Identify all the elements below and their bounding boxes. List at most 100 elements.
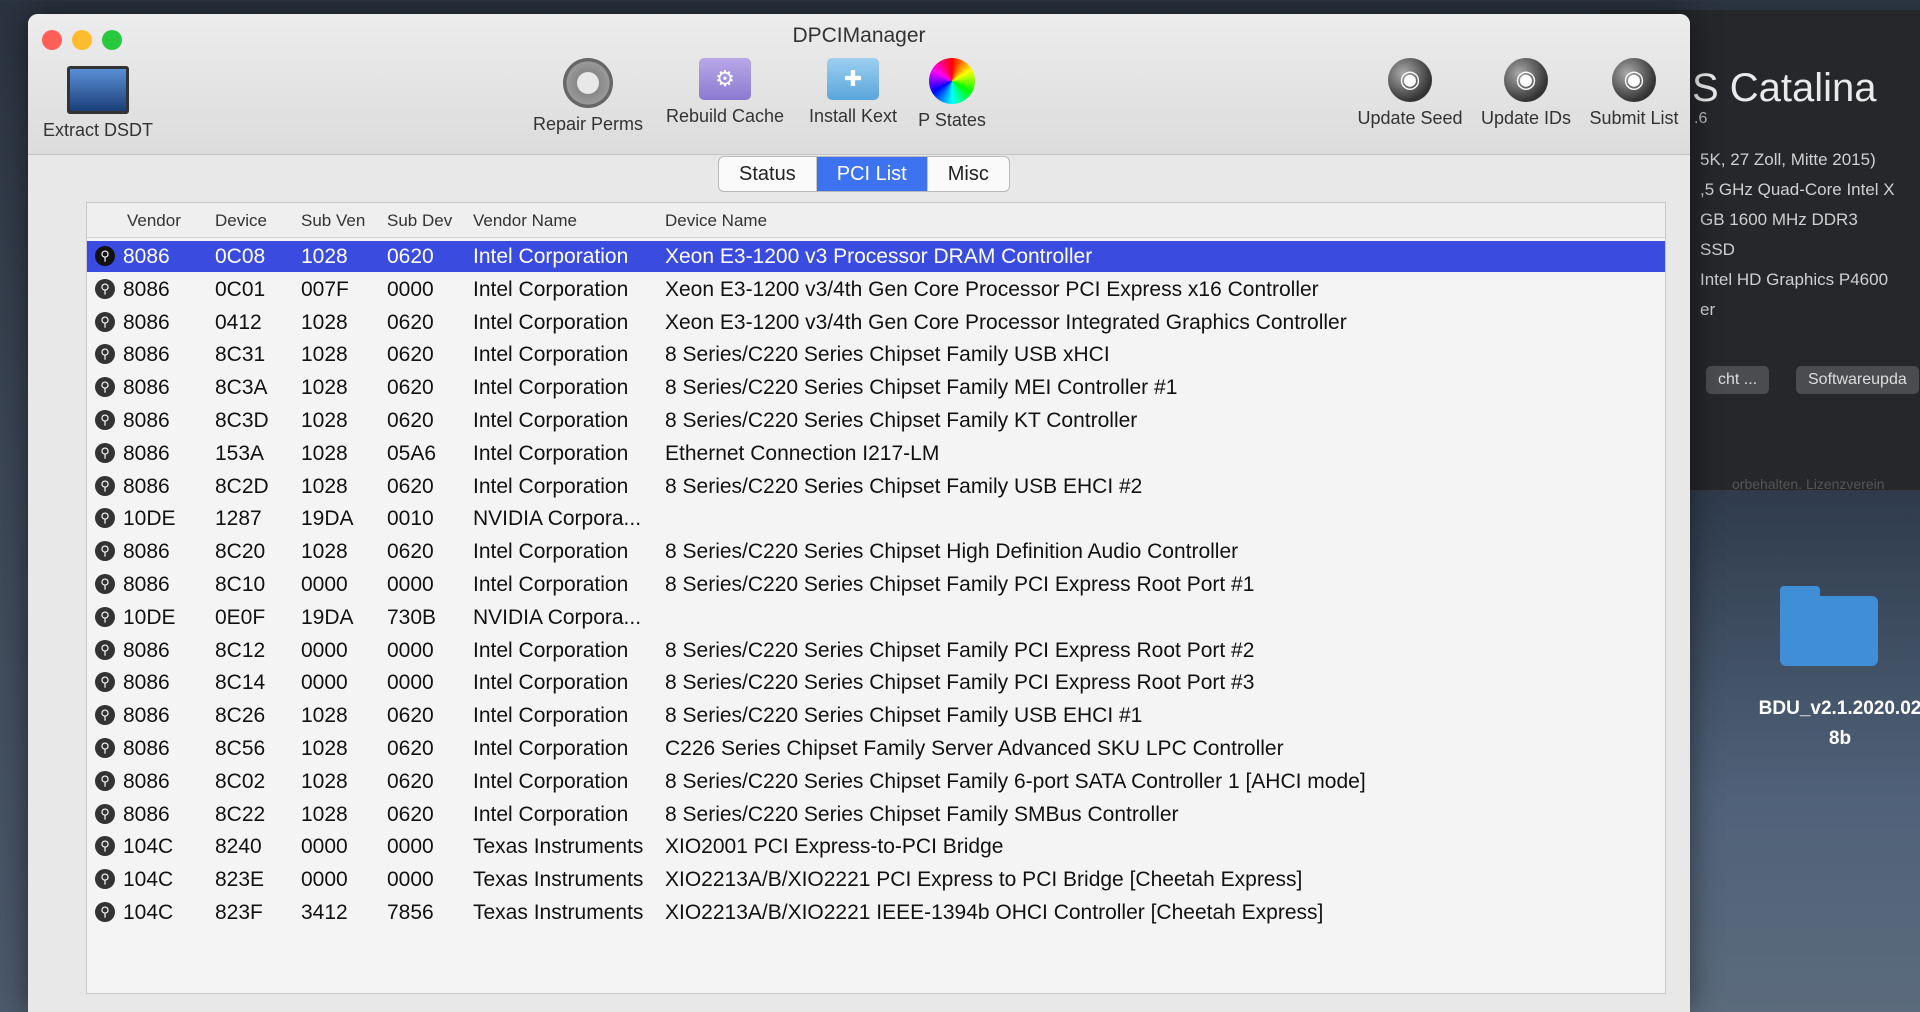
dpcimanager-window: DPCIManager Extract DSDT Repair Perms ⚙ … [28,14,1690,1012]
column-header-device[interactable]: Device [215,211,267,231]
device-id-cell: 8C3A [215,376,268,400]
sub-device-id-cell: 0010 [387,507,434,531]
folder-icon[interactable] [1780,586,1878,666]
toolbar: DPCIManager Extract DSDT Repair Perms ⚙ … [28,14,1690,155]
device-name-cell: Ethernet Connection I217-LM [665,441,940,465]
table-row[interactable]: ⚲ 8086 8C02 1028 0620 Intel Corporation 8 Seri… [87,766,1665,797]
table-row[interactable]: ⚲ 10DE 1287 19DA 0010 NVIDIA Corpora... [87,503,1665,534]
table-row[interactable]: ⚲ 104C 8240 0000 0000 Texas Instruments XIO200… [87,831,1665,862]
sub-vendor-id-cell: 0000 [301,638,348,662]
repair-perms-button[interactable]: Repair Perms [526,58,650,135]
spec-serial: er [1700,300,1716,319]
vendor-id-cell: 8086 [123,277,170,301]
tab-status[interactable]: Status [719,157,817,191]
software-update-button[interactable]: Softwareupda [1796,366,1919,394]
sub-device-id-cell: 730B [387,605,437,629]
sub-vendor-id-cell: 19DA [301,605,354,629]
vendor-name-cell: Intel Corporation [473,573,629,596]
folder-label-line2: 8b [1828,728,1852,749]
vendor-id-cell: 104C [123,901,174,924]
device-id-cell: 8C56 [215,737,266,760]
vendor-id-cell: 8086 [123,638,170,662]
vendor-name-cell: NVIDIA Corpora... [473,605,642,629]
tab-pci-list[interactable]: PCI List [816,157,928,191]
table-row[interactable]: ⚲ 8086 8C3A 1028 0620 Intel Corporation 8 Seri… [87,372,1665,403]
os-version: .6 [1694,110,1708,127]
extract-dsdt-label: Extract DSDT [42,120,153,140]
table-row[interactable]: ⚲ 8086 0412 1028 0620 Intel Corporation Xeon E… [87,307,1665,338]
table-row[interactable]: ⚲ 8086 8C56 1028 0620 Intel Corporation C226 S… [87,733,1665,764]
device-name-cell: Xeon E3-1200 v3/4th Gen Core Processor I… [665,310,1347,334]
table-row[interactable]: ⚲ 104C 823F 3412 7856 Texas Instruments XIO221… [87,897,1665,928]
table-row[interactable]: ⚲ 8086 8C20 1028 0620 Intel Corporation 8 Seri… [87,536,1665,567]
table-row[interactable]: ⚲ 104C 823E 0000 0000 Texas Instruments XIO221… [87,864,1665,895]
table-row[interactable]: ⚲ 8086 8C26 1028 0620 Intel Corporation 8 Seri… [87,700,1665,731]
table-row[interactable]: ⚲ 8086 8C12 0000 0000 Intel Corporation 8 Seri… [87,635,1665,666]
extract-dsdt-button[interactable]: Extract DSDT [38,66,158,141]
kext-folder-icon: ✚ [827,58,879,100]
device-name-cell: Xeon E3-1200 v3 Processor DRAM Controlle… [665,245,1093,268]
update-ids-button[interactable]: ◉ Update IDs [1476,58,1576,129]
update-seed-button[interactable]: ◉ Update Seed [1350,58,1470,129]
column-header-vendor[interactable]: Vendor [127,211,181,231]
search-icon: ⚲ [95,770,115,791]
vendor-name-cell: Intel Corporation [473,376,629,400]
vendor-id-cell: 8086 [123,573,170,596]
sub-vendor-id-cell: 0000 [301,835,348,859]
sub-device-id-cell: 0620 [387,802,434,826]
column-header-sub-dev[interactable]: Sub Dev [387,211,452,231]
spec-disk: SSD [1700,240,1735,259]
search-icon: ⚲ [95,869,115,890]
table-row[interactable]: ⚲ 8086 8C3D 1028 0620 Intel Corporation 8 Seri… [87,405,1665,436]
vendor-id-cell: 8086 [123,343,170,367]
p-states-label: P States [918,110,986,130]
table-row[interactable]: ⚲ 8086 8C14 0000 0000 Intel Corporation 8 Seri… [87,667,1665,698]
sub-vendor-id-cell: 1028 [301,343,348,367]
sub-device-id-cell: 7856 [387,901,434,924]
sub-device-id-cell: 0000 [387,868,434,892]
device-id-cell: 8C3D [215,409,269,432]
sub-device-id-cell: 0620 [387,245,434,268]
column-header-device-name[interactable]: Device Name [665,211,767,231]
sub-vendor-id-cell: 1028 [301,704,348,728]
table-row[interactable]: ⚲ 8086 8C2D 1028 0620 Intel Corporation 8 Seri… [87,471,1665,502]
search-icon: ⚲ [95,902,115,922]
search-icon: ⚲ [95,278,115,299]
vendor-id-cell: 8086 [123,704,170,728]
pci-device-table[interactable]: Vendor Device Sub Ven Sub Dev Vendor Nam… [86,202,1666,994]
rebuild-cache-button[interactable]: ⚙ Rebuild Cache [660,58,790,127]
device-id-cell: 8C22 [215,802,266,826]
column-header-vendor-name[interactable]: Vendor Name [473,211,577,231]
tab-misc[interactable]: Misc [928,157,1009,191]
sub-device-id-cell: 0000 [387,573,434,596]
table-row[interactable]: ⚲ 10DE 0E0F 19DA 730B NVIDIA Corpora... [87,602,1665,633]
vendor-id-cell: 8086 [123,474,170,498]
device-name-cell: 8 Series/C220 Series Chipset Family PCI … [665,671,1255,695]
device-name-cell: 8 Series/C220 Series Chipset Family PCI … [665,638,1255,662]
vendor-id-cell: 8086 [123,671,170,695]
vendor-id-cell: 8086 [123,540,170,564]
submit-list-button[interactable]: ◉ Submit List [1584,58,1684,129]
search-icon: ⚲ [95,639,115,660]
table-row[interactable]: ⚲ 8086 0C08 1028 0620 Intel Corporation Xeon E… [87,241,1665,272]
p-states-button[interactable]: P States [908,58,996,131]
vendor-id-cell: 10DE [123,605,176,629]
vendor-name-cell: NVIDIA Corpora... [473,507,642,531]
table-row[interactable]: ⚲ 8086 8C10 0000 0000 Intel Corporation 8 Seri… [87,569,1665,600]
table-row[interactable]: ⚲ 8086 8C22 1028 0620 Intel Corporation 8 Seri… [87,799,1665,830]
install-kext-button[interactable]: ✚ Install Kext [798,58,908,127]
system-report-button[interactable]: cht ... [1706,366,1770,394]
column-header-sub-ven[interactable]: Sub Ven [301,211,365,231]
search-icon: ⚲ [95,803,115,824]
search-icon: ⚲ [95,442,115,463]
vendor-name-cell: Intel Corporation [473,540,629,564]
search-icon: ⚲ [95,705,115,726]
vendor-id-cell: 8086 [123,737,170,760]
sub-vendor-id-cell: 1028 [301,802,348,826]
update-seed-label: Update Seed [1357,108,1463,128]
table-row[interactable]: ⚲ 8086 153A 1028 05A6 Intel Corporation Ethern… [87,438,1665,469]
search-icon: ⚲ [95,475,115,496]
desktop-folder-label[interactable]: BDU_v2.1.2020.02 8b [1730,694,1920,754]
table-row[interactable]: ⚲ 8086 0C01 007F 0000 Intel Corporation Xeon E… [87,274,1665,305]
table-row[interactable]: ⚲ 8086 8C31 1028 0620 Intel Corporation 8 Seri… [87,339,1665,370]
